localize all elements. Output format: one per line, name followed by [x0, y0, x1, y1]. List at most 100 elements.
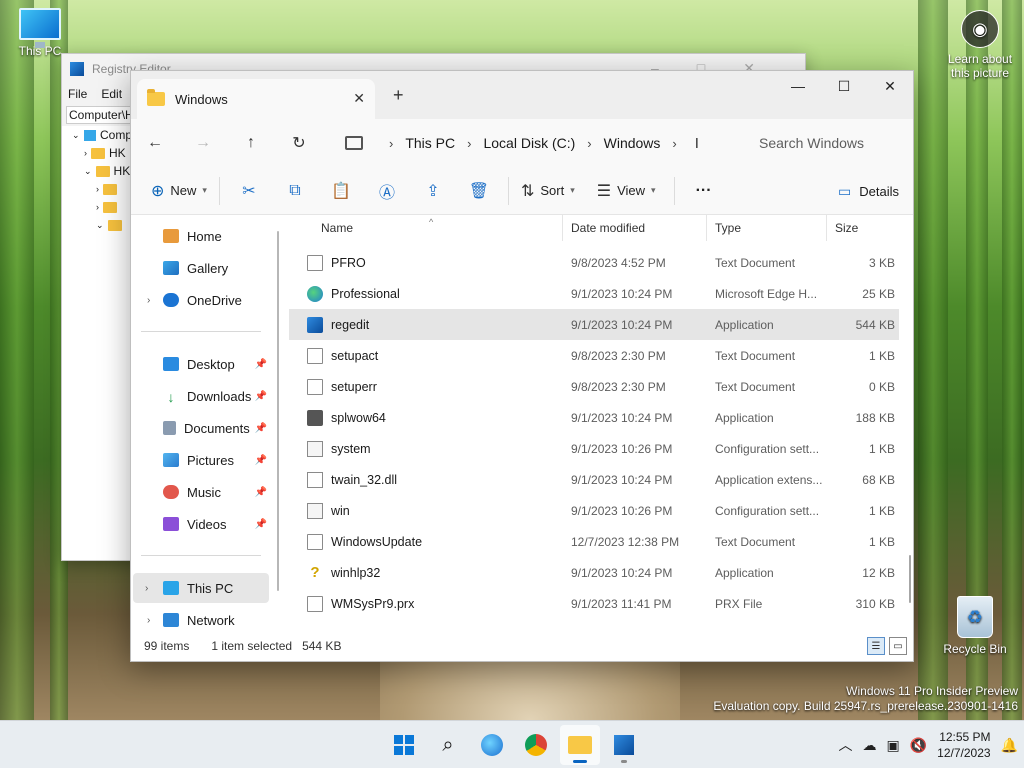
sidebar-item-videos[interactable]: Videos 📌 — [141, 509, 269, 539]
sidebar-item-pictures[interactable]: Pictures 📌 — [141, 445, 269, 475]
file-row[interactable]: Professional 9/1/2023 10:24 PM Microsoft E… — [289, 278, 899, 309]
desktop-learn-about-picture[interactable]: ◉ Learn about this picture — [942, 10, 1018, 80]
copy-icon[interactable]: ⧉ — [272, 175, 318, 207]
sidebar-item-downloads[interactable]: ↓ Downloads 📌 — [141, 381, 269, 411]
details-button[interactable]: ▭ Details — [838, 175, 899, 207]
regedit-menu-file[interactable]: File — [68, 87, 87, 101]
notification-bell-icon[interactable]: 🔔 — [1001, 737, 1018, 754]
column-date-modified[interactable]: Date modified — [563, 215, 707, 241]
edge-preview-icon[interactable] — [472, 725, 512, 765]
breadcrumb-windows[interactable]: Windows — [604, 135, 661, 151]
sidebar-scrollbar[interactable] — [277, 231, 279, 591]
tab-close-icon[interactable]: ✕ — [353, 90, 365, 107]
maximize-button[interactable]: ☐ — [821, 71, 867, 101]
file-row[interactable]: ? winhlp32 9/1/2023 10:24 PM Application 12 … — [289, 557, 899, 588]
chevron-right-icon[interactable]: › — [147, 615, 150, 626]
chevron-right-icon[interactable]: › — [587, 136, 591, 151]
tree-row-hk1[interactable]: › HK — [72, 144, 132, 162]
file-explorer-taskbar-icon[interactable] — [560, 725, 600, 765]
tab-windows[interactable]: Windows ✕ — [137, 79, 375, 119]
file-row[interactable]: regedit 9/1/2023 10:24 PM Application 544 K… — [289, 309, 899, 340]
cut-icon[interactable]: ✂ — [226, 175, 272, 207]
new-button[interactable]: ⊕ New ▾ — [145, 175, 213, 207]
network-status-icon[interactable]: ▣ — [887, 737, 900, 754]
file-row[interactable]: setuperr 9/8/2023 2:30 PM Text Document 0 K… — [289, 371, 899, 402]
search-input[interactable]: Search Windows — [743, 125, 909, 161]
file-name-cell: PFRO — [289, 254, 563, 271]
search-icon[interactable]: ⌕ — [428, 725, 468, 765]
clock[interactable]: 12:55 PM 12/7/2023 — [937, 729, 990, 761]
chevron-right-icon[interactable]: › — [389, 136, 393, 151]
recycle-bin-icon: ♻ — [957, 596, 993, 638]
regedit-tree[interactable]: ⌄ Comp › HK ⌄ HK › › ⌄ — [62, 126, 132, 560]
tiles-view-icon[interactable]: ▭ — [889, 637, 907, 655]
file-row[interactable]: WindowsUpdate 12/7/2023 12:38 PM Text Docu… — [289, 526, 899, 557]
sidebar-item-this-pc[interactable]: › This PC — [133, 573, 269, 603]
cloud-offline-icon[interactable]: ☁ — [863, 737, 877, 754]
desktop-this-pc[interactable]: This PC — [10, 8, 70, 58]
file-name: setuperr — [331, 379, 377, 394]
column-type[interactable]: Type — [707, 215, 827, 241]
more-options-icon[interactable]: ··· — [681, 175, 727, 207]
start-button[interactable] — [384, 725, 424, 765]
tab-title: Windows — [175, 91, 228, 107]
new-tab-button[interactable]: + — [393, 85, 404, 106]
desktop-icon — [163, 357, 179, 371]
recycle-label: Recycle Bin — [943, 642, 1007, 656]
chevron-right-icon[interactable]: › — [672, 136, 676, 151]
back-arrow-icon[interactable]: ← — [131, 119, 179, 167]
file-row[interactable]: splwow64 9/1/2023 10:24 PM Application 188 … — [289, 402, 899, 433]
tree-row-computer[interactable]: ⌄ Comp — [72, 126, 132, 144]
forward-arrow-icon[interactable]: → — [179, 119, 227, 167]
file-size: 25 KB — [862, 286, 895, 301]
sidebar-item-desktop[interactable]: Desktop 📌 — [141, 349, 269, 379]
file-row[interactable]: PFRO 9/8/2023 4:52 PM Text Document 3 KB — [289, 247, 899, 278]
chevron-right-icon[interactable]: › — [145, 583, 148, 594]
chevron-up-icon[interactable]: ︿ — [839, 735, 853, 755]
file-row[interactable]: WMSysPr9.prx 9/1/2023 11:41 PM PRX File 310… — [289, 588, 899, 619]
chevron-right-icon[interactable]: › — [147, 295, 150, 306]
up-arrow-icon[interactable]: ↑ — [227, 119, 275, 167]
chevron-right-icon[interactable]: › — [467, 136, 471, 151]
file-date: 9/1/2023 10:24 PM — [571, 410, 673, 425]
breadcrumb[interactable]: › This PC › Local Disk (C:) › Windows › … — [331, 125, 727, 161]
delete-icon[interactable]: 🗑 — [456, 175, 502, 207]
tree-row-hk2[interactable]: ⌄ HK — [72, 162, 132, 180]
tree-row[interactable]: › — [72, 198, 132, 216]
file-type: Configuration sett... — [715, 441, 820, 456]
pin-icon: 📌 — [254, 518, 267, 530]
sidebar-item-music[interactable]: Music 📌 — [141, 477, 269, 507]
column-size[interactable]: Size — [827, 215, 897, 241]
desktop-recycle-bin[interactable]: ♻ Recycle Bin — [940, 596, 1010, 656]
regedit-taskbar-icon[interactable] — [604, 725, 644, 765]
minimize-button[interactable]: — — [775, 71, 821, 101]
vertical-scrollbar[interactable] — [909, 555, 911, 603]
rename-icon[interactable]: Ⓐ — [364, 175, 410, 207]
file-row[interactable]: setupact 9/8/2023 2:30 PM Text Document 1 K… — [289, 340, 899, 371]
breadcrumb-this-pc[interactable]: This PC — [405, 135, 455, 151]
tree-row[interactable]: › — [72, 180, 132, 198]
folder-icon — [103, 201, 117, 213]
paste-icon[interactable]: 📋 — [318, 175, 364, 207]
breadcrumb-local-disk[interactable]: Local Disk (C:) — [483, 135, 575, 151]
file-row[interactable]: win 9/1/2023 10:26 PM Configuration sett..… — [289, 495, 899, 526]
close-button[interactable]: ✕ — [867, 71, 913, 101]
sidebar-item-home[interactable]: Home — [141, 221, 269, 251]
file-row[interactable]: twain_32.dll 9/1/2023 10:24 PM Application… — [289, 464, 899, 495]
sort-button[interactable]: ⇅ Sort ▾ — [515, 175, 581, 207]
file-row[interactable]: system 9/1/2023 10:26 PM Configuration set… — [289, 433, 899, 464]
regedit-menu-edit[interactable]: Edit — [101, 87, 122, 101]
view-button[interactable]: ☰ View ▾ — [591, 175, 662, 207]
sidebar-item-gallery[interactable]: Gallery — [141, 253, 269, 283]
sidebar-item-onedrive[interactable]: › OneDrive — [141, 285, 269, 315]
volume-muted-icon[interactable]: 🔇 — [910, 737, 927, 754]
details-view-icon[interactable]: ☰ — [867, 637, 885, 655]
file-explorer-window[interactable]: Windows ✕ + — ☐ ✕ ← → ↑ ↻ › This PC › Lo… — [130, 70, 914, 662]
share-icon[interactable]: ⇪ — [410, 175, 456, 207]
refresh-icon[interactable]: ↻ — [275, 119, 323, 167]
sort-ascending-icon: ^ — [429, 217, 434, 227]
sidebar-item-documents[interactable]: Documents 📌 — [141, 413, 269, 443]
chrome-icon[interactable] — [516, 725, 556, 765]
tree-row[interactable]: ⌄ — [72, 216, 132, 234]
column-name[interactable]: ^ Name — [289, 215, 563, 241]
